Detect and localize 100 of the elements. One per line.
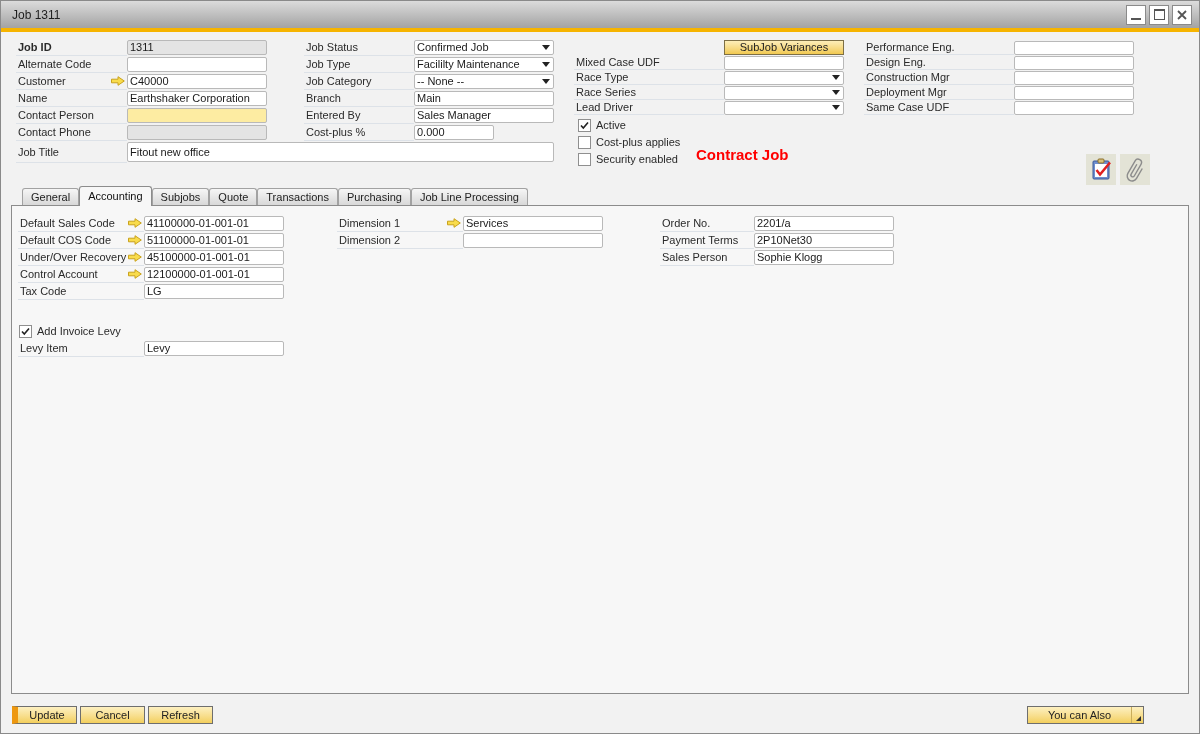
text-field[interactable] [463,233,603,248]
text-field[interactable] [127,125,267,140]
link-arrow-icon[interactable] [447,218,461,228]
field-label: Lead Driver [576,99,633,115]
checkbox[interactable] [578,119,591,132]
paperclip-icon[interactable] [1120,154,1150,185]
text-field[interactable]: Fitout new office [127,142,554,162]
dropdown-caret-icon[interactable] [542,79,550,84]
text-field[interactable] [1014,85,1134,100]
subjob-variances-button[interactable]: SubJob Variances [724,40,844,55]
field-label: Job Type [306,56,351,72]
text-field[interactable]: 45100000-01-001-01 [144,250,284,265]
link-arrow-icon[interactable] [128,218,142,228]
tab[interactable]: Transactions [257,188,338,205]
dropdown-caret-icon[interactable] [832,75,840,80]
dropdown-caret-icon[interactable] [542,62,550,67]
contract-type-text: Contract Job [696,146,789,163]
dropdown-field[interactable]: -- None -- [414,74,554,89]
checkbox-label: Active [596,118,626,134]
field-label: Design Eng. [866,54,926,70]
checkbox-label: Security enabled [596,152,678,168]
clipboard-check-icon[interactable] [1086,154,1116,185]
text-field[interactable] [127,57,267,72]
text-field[interactable]: Main [414,91,554,106]
field-label: Default Sales Code [20,215,115,231]
maximize-button[interactable] [1149,4,1169,25]
field-label: Name [18,90,48,106]
checkbox-label: Add Invoice Levy [37,324,121,340]
dropdown-caret-icon[interactable] [832,90,840,95]
text-field[interactable]: 0.000 [414,125,494,140]
tab[interactable]: Purchasing [337,188,411,205]
minimize-button[interactable] [1126,4,1146,25]
text-field[interactable]: 2P10Net30 [754,233,894,248]
checkbox[interactable] [578,136,591,149]
text-field[interactable]: Sales Manager [414,108,554,123]
tab[interactable]: General [22,188,80,205]
maximize-icon [1153,9,1165,20]
field-label: Contact Person [18,107,94,123]
tab[interactable]: Accounting [79,186,152,206]
text-field[interactable]: Levy [144,341,284,356]
field-label: Entered By [306,107,361,123]
link-arrow-icon[interactable] [111,76,125,86]
checkbox-label: Cost-plus applies [596,135,681,151]
link-arrow-icon[interactable] [128,269,142,279]
text-field[interactable]: 51100000-01-001-01 [144,233,284,248]
tab[interactable]: Subjobs [151,188,210,205]
text-field[interactable]: 1311 [127,40,267,55]
tab[interactable]: Job Line Processing [410,188,528,205]
field-label: Construction Mgr [866,69,950,85]
footer-button[interactable]: Update [12,706,77,724]
text-field[interactable] [127,108,267,123]
field-label: Performance Eng. [866,39,955,55]
field-label: Job ID [18,39,52,55]
field-label: Customer [18,73,66,89]
field-label: Job Status [306,39,358,55]
text-field[interactable]: C40000 [127,74,267,89]
tab[interactable]: Quote [209,188,258,205]
footer-button[interactable]: Refresh [148,706,213,724]
text-field[interactable]: Sophie Klogg [754,250,894,265]
dropdown-field[interactable] [724,85,844,100]
minimize-icon [1131,17,1141,20]
dropdown-field[interactable] [724,100,844,115]
you-can-also-button[interactable]: You can Also [1027,706,1144,724]
field-label: Job Title [18,146,59,158]
dropdown-field[interactable]: Confirmed Job [414,40,554,55]
field-label: Contact Phone [18,124,91,140]
field-label: Default COS Code [20,232,112,248]
dropdown-field[interactable]: Facililty Maintenance [414,57,554,72]
field-label: Dimension 2 [339,232,401,248]
field-label: Same Case UDF [866,99,950,115]
text-field[interactable] [724,55,844,70]
field-label: Sales Person [662,249,728,265]
field-label: Mixed Case UDF [576,54,660,70]
field-label: Under/Over Recovery [20,249,127,265]
text-field[interactable]: 2201/a [754,216,894,231]
checkbox[interactable] [578,153,591,166]
link-arrow-icon[interactable] [128,252,142,262]
field-label: Alternate Code [18,56,92,72]
field-label: Payment Terms [662,232,739,248]
text-field[interactable]: Services [463,216,603,231]
field-label: Control Account [20,266,98,282]
checkbox[interactable] [19,325,32,338]
dropdown-caret-icon [1136,716,1141,721]
text-field[interactable]: LG [144,284,284,299]
field-label: Cost-plus % [306,124,366,140]
dropdown-caret-icon[interactable] [832,105,840,110]
close-button[interactable] [1172,4,1192,25]
text-field[interactable] [1014,55,1134,70]
text-field[interactable] [1014,40,1134,55]
text-field[interactable] [1014,100,1134,115]
text-field[interactable]: Earthshaker Corporation [127,91,267,106]
text-field[interactable] [1014,70,1134,85]
field-label: Branch [306,90,341,106]
footer-button[interactable]: Cancel [80,706,145,724]
dropdown-caret-icon[interactable] [542,45,550,50]
text-field[interactable]: 41100000-01-001-01 [144,216,284,231]
field-label: Order No. [662,215,711,231]
dropdown-field[interactable] [724,70,844,85]
link-arrow-icon[interactable] [128,235,142,245]
text-field[interactable]: 12100000-01-001-01 [144,267,284,282]
